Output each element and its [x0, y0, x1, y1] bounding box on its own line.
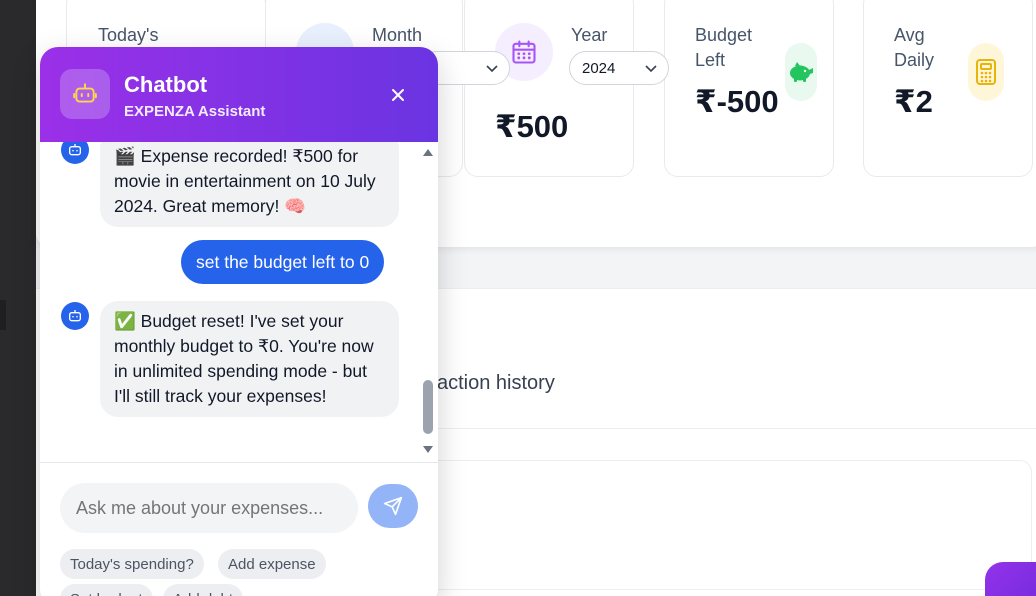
- avg-daily-value: ₹2: [894, 84, 933, 119]
- bot-message: 🎬 Expense recorded! ₹500 for movie in en…: [100, 142, 399, 227]
- year-card: Year ₹500: [464, 0, 634, 177]
- chat-divider: [40, 462, 438, 463]
- avg-daily-label-1: Avg: [894, 25, 925, 45]
- budget-left-card: Budget Left ₹-500: [664, 0, 834, 177]
- today-label: Today's: [98, 25, 159, 45]
- suggestion-chip[interactable]: Today's spending?: [60, 549, 204, 579]
- suggestion-chip[interactable]: Set budget: [60, 584, 153, 596]
- user-message: set the budget left to 0: [181, 240, 385, 284]
- close-icon: [392, 89, 404, 101]
- chatbot-fab-button[interactable]: [985, 562, 1036, 596]
- chat-input[interactable]: [60, 483, 358, 533]
- avg-daily-card: Avg Daily ₹2: [863, 0, 1033, 177]
- transactions-card: [420, 460, 1032, 590]
- bot-icon: [60, 69, 110, 119]
- budget-left-value: ₹-500: [695, 84, 779, 119]
- budget-left-label-1: Budget: [695, 25, 753, 45]
- calculator-icon: [968, 43, 1004, 101]
- suggestion-chip[interactable]: Add debt: [163, 584, 244, 596]
- chatbot-subtitle: EXPENZA Assistant: [124, 103, 266, 120]
- piggy-bank-icon: [785, 43, 817, 101]
- scroll-up-arrow-icon[interactable]: [422, 147, 434, 157]
- chevron-down-icon: [645, 65, 657, 73]
- chatbot-header: Chatbot EXPENZA Assistant: [40, 47, 438, 142]
- avg-daily-label-2: Daily: [894, 50, 935, 70]
- message-list[interactable]: 🎬 Expense recorded! ₹500 for movie in en…: [40, 142, 438, 462]
- send-button[interactable]: [368, 484, 418, 528]
- section-divider: [420, 428, 1036, 429]
- close-button[interactable]: [384, 81, 412, 109]
- chatbot-window: Chatbot EXPENZA Assistant 🎬 Expense reco…: [40, 47, 438, 596]
- year-label: Year: [571, 25, 608, 45]
- window-edge: [0, 0, 36, 596]
- bot-avatar: [61, 302, 89, 330]
- year-select-value: 2024: [582, 59, 616, 77]
- chatbot-title: Chatbot: [124, 72, 208, 97]
- chevron-down-icon: [486, 65, 498, 73]
- year-select[interactable]: 2024: [569, 51, 669, 85]
- send-icon: [383, 496, 403, 516]
- bot-avatar: [61, 142, 89, 164]
- bot-message: ✅ Budget reset! I've set your monthly bu…: [100, 301, 399, 417]
- scroll-down-arrow-icon[interactable]: [422, 445, 434, 455]
- suggestion-chip[interactable]: Add expense: [218, 549, 326, 579]
- transaction-history-heading: action history: [437, 372, 555, 394]
- year-total-value: ₹500: [495, 109, 569, 144]
- month-label: Month: [372, 25, 423, 45]
- budget-left-label-2: Left: [695, 50, 726, 70]
- scrollbar-thumb[interactable]: [423, 380, 433, 434]
